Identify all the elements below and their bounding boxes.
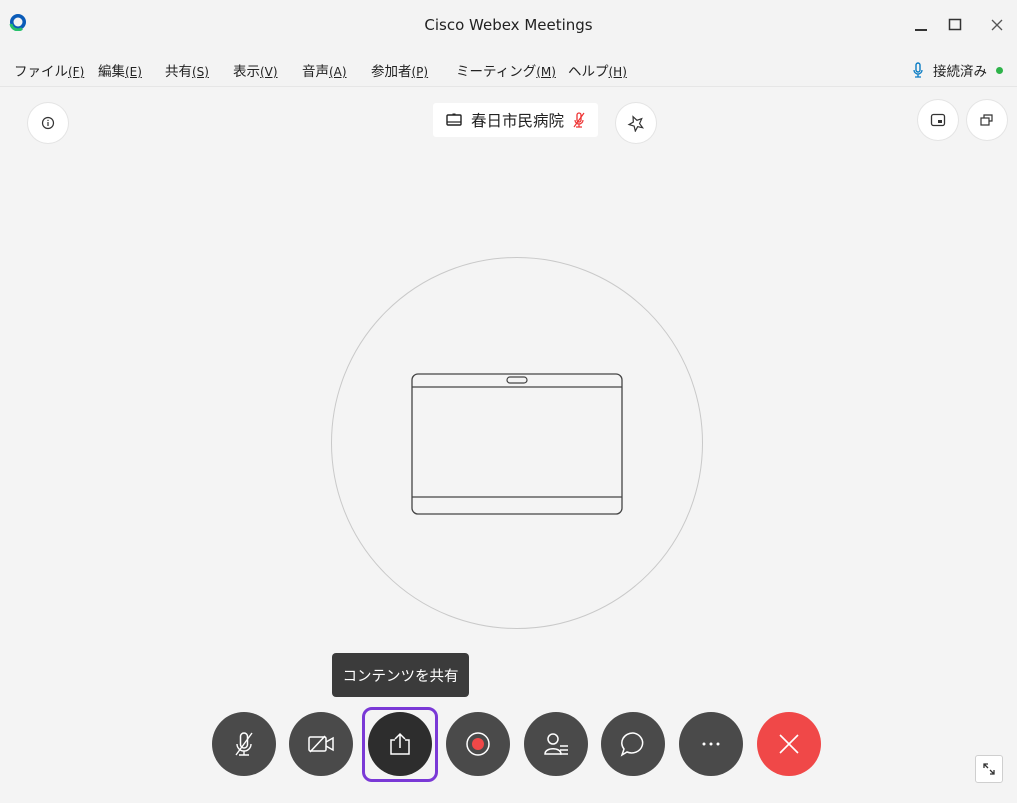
- participant-avatar-area: [331, 257, 703, 629]
- video-device-icon: [446, 113, 462, 126]
- connection-status[interactable]: 接続済み: [913, 60, 1003, 80]
- fullscreen-button[interactable]: [975, 755, 1003, 783]
- popout-button[interactable]: [967, 100, 1007, 140]
- maximize-button[interactable]: [938, 10, 972, 40]
- video-button[interactable]: [289, 712, 353, 776]
- pin-icon: [627, 115, 644, 132]
- menu-help[interactable]: ヘルプ(H): [568, 60, 627, 80]
- microphone-icon: [913, 62, 923, 78]
- participants-button[interactable]: [524, 712, 588, 776]
- close-button[interactable]: [980, 10, 1014, 40]
- info-icon: [41, 116, 55, 130]
- room-label: 春日市民病院: [433, 103, 599, 137]
- end-call-icon: [779, 734, 799, 754]
- popout-icon: [980, 114, 993, 126]
- more-icon: [702, 742, 720, 746]
- more-options-button[interactable]: [679, 712, 743, 776]
- menu-edit[interactable]: 編集(E): [98, 60, 142, 80]
- minimize-button[interactable]: [904, 10, 938, 40]
- status-label: 接続済み: [933, 64, 987, 80]
- close-icon: [991, 19, 1003, 31]
- meeting-stage: 春日市民病院 コンテンツを共有: [0, 87, 1017, 803]
- maximize-icon: [948, 18, 962, 31]
- record-button[interactable]: [446, 712, 510, 776]
- expand-icon: [983, 763, 995, 775]
- mic-muted-indicator-icon: [573, 112, 585, 128]
- chat-icon: [620, 732, 644, 757]
- chat-button[interactable]: [601, 712, 665, 776]
- end-meeting-button[interactable]: [757, 712, 821, 776]
- participants-icon: [544, 733, 568, 755]
- record-icon: [466, 732, 490, 756]
- menu-view[interactable]: 表示(V): [233, 60, 278, 80]
- room-name: 春日市民病院: [471, 112, 565, 130]
- mic-muted-icon: [235, 732, 253, 756]
- menu-bar: ファイル(F) 編集(E) 共有(S) 表示(V) 音声(A) 参加者(P) ミ…: [0, 52, 1017, 87]
- pip-icon: [930, 113, 946, 127]
- video-off-icon: [308, 735, 334, 753]
- share-button-focus-ring: [362, 707, 438, 782]
- window-title: Cisco Webex Meetings: [424, 16, 593, 34]
- meeting-info-button[interactable]: [28, 103, 68, 143]
- picture-in-picture-button[interactable]: [918, 100, 958, 140]
- share-tooltip: コンテンツを共有: [332, 653, 469, 697]
- title-bar: Cisco Webex Meetings: [0, 0, 1017, 52]
- menu-share[interactable]: 共有(S): [165, 60, 209, 80]
- pin-button[interactable]: [616, 103, 656, 143]
- menu-file[interactable]: ファイル(F): [14, 60, 84, 80]
- menu-participants[interactable]: 参加者(P): [371, 60, 428, 80]
- mute-button[interactable]: [212, 712, 276, 776]
- menu-meeting[interactable]: ミーティング(M): [456, 60, 556, 80]
- menu-audio[interactable]: 音声(A): [302, 60, 347, 80]
- minimize-icon: [915, 29, 927, 31]
- video-system-icon: [411, 373, 623, 515]
- status-dot: [996, 66, 1003, 74]
